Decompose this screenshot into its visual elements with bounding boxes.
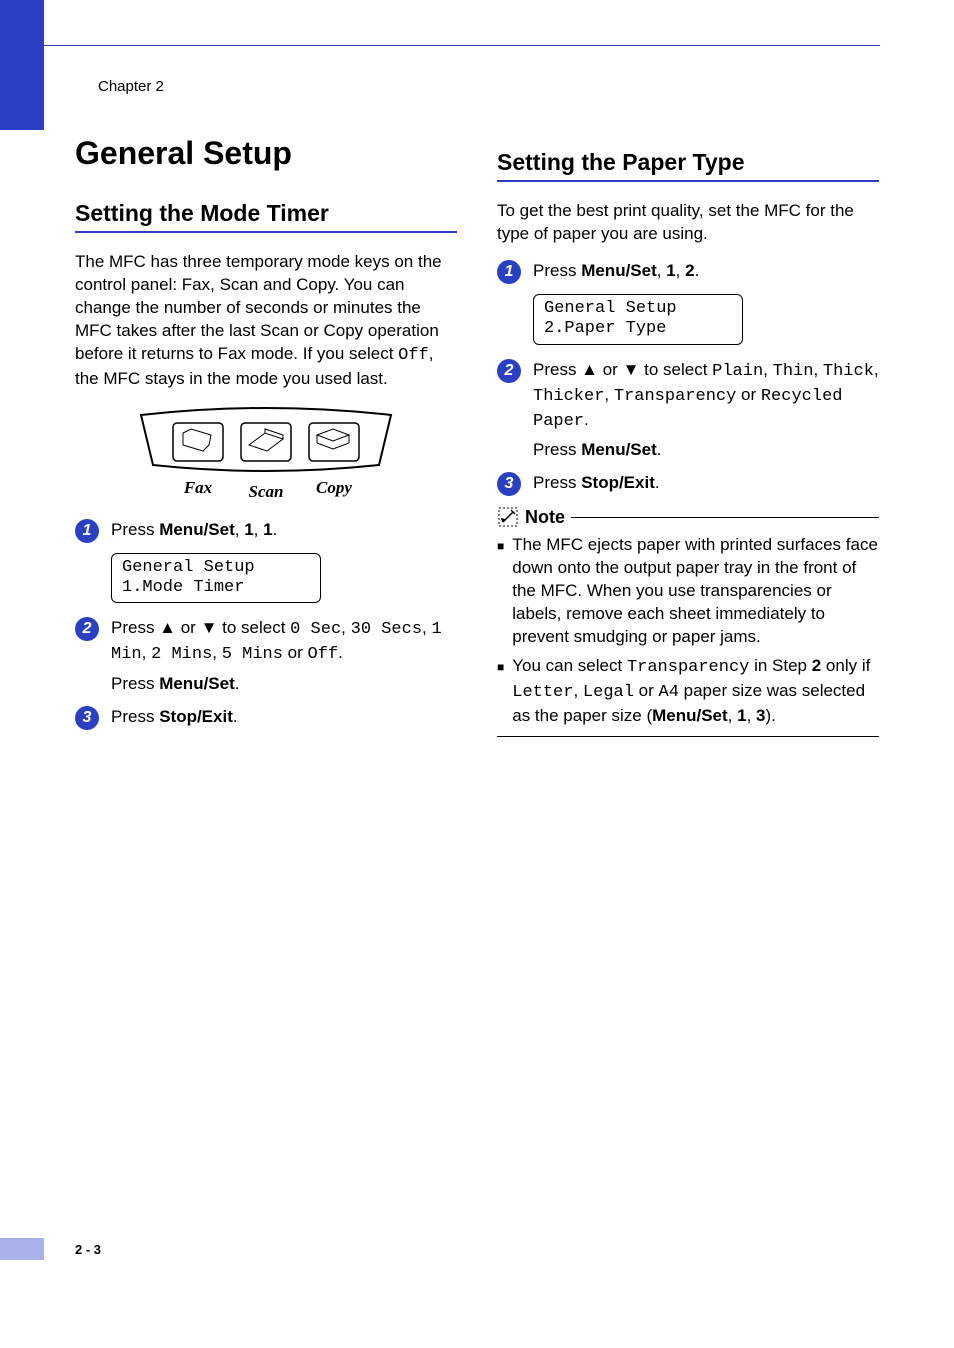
note-label: Note: [525, 507, 565, 528]
step-badge-2: 2: [75, 617, 99, 641]
right-step-3-body: Press Stop/Exit.: [533, 472, 879, 495]
panel-label-scan: Scan: [249, 482, 284, 501]
section-mode-timer: Setting the Mode Timer: [75, 200, 457, 233]
left-step-1-body: Press Menu/Set, 1, 1.: [111, 519, 457, 542]
note-icon: [497, 506, 519, 528]
step-badge-1: 1: [497, 260, 521, 284]
mode-timer-intro: The MFC has three temporary mode keys on…: [75, 251, 457, 391]
content-area: General Setup Setting the Mode Timer The…: [75, 135, 880, 740]
intro-mono: Off: [398, 346, 429, 365]
left-step-1: 1 Press Menu/Set, 1, 1.: [75, 519, 457, 543]
lcd-line-1: General Setup: [122, 558, 310, 578]
step-badge-2: 2: [497, 359, 521, 383]
right-step-1: 1 Press Menu/Set, 1, 2.: [497, 260, 879, 284]
note-rule: [571, 517, 879, 518]
left-step-3-body: Press Stop/Exit.: [111, 706, 457, 729]
left-column: General Setup Setting the Mode Timer The…: [75, 135, 457, 740]
left-step-2: 2 Press ▲ or ▼ to select 0 Sec, 30 Secs,…: [75, 617, 457, 696]
note-item-1: The MFC ejects paper with printed surfac…: [497, 534, 879, 649]
intro-pre: The MFC has three temporary mode keys on…: [75, 252, 442, 363]
page-title: General Setup: [75, 135, 457, 172]
chapter-label: Chapter 2: [98, 78, 164, 95]
page-tab: [0, 1238, 44, 1260]
step-badge-3: 3: [497, 472, 521, 496]
control-panel-illustration: Fax Scan Copy: [131, 405, 401, 505]
note-list: The MFC ejects paper with printed surfac…: [497, 534, 879, 728]
right-step-1-body: Press Menu/Set, 1, 2.: [533, 260, 879, 283]
lcd-line-1: General Setup: [544, 299, 732, 319]
page-number: 2 - 3: [75, 1242, 101, 1257]
lcd-paper-type: General Setup 2.Paper Type: [533, 294, 743, 345]
panel-label-fax: Fax: [183, 478, 213, 497]
right-column: Setting the Paper Type To get the best p…: [497, 135, 879, 740]
left-step-2-body: Press ▲ or ▼ to select 0 Sec, 30 Secs, 1…: [111, 617, 457, 696]
paper-type-intro: To get the best print quality, set the M…: [497, 200, 879, 246]
note-end-rule: [497, 736, 879, 737]
step-badge-3: 3: [75, 706, 99, 730]
lcd-line-2: 1.Mode Timer: [122, 578, 310, 598]
header-rule: [44, 45, 880, 46]
right-step-2-body: Press ▲ or ▼ to select Plain, Thin, Thic…: [533, 359, 879, 463]
left-step-3: 3 Press Stop/Exit.: [75, 706, 457, 730]
note-header: Note: [497, 506, 879, 528]
blue-sidebar: [0, 0, 44, 130]
right-step-3: 3 Press Stop/Exit.: [497, 472, 879, 496]
step-badge-1: 1: [75, 519, 99, 543]
note-item-2: You can select Transparency in Step 2 on…: [497, 655, 879, 728]
section-paper-type: Setting the Paper Type: [497, 149, 879, 182]
right-step-2: 2 Press ▲ or ▼ to select Plain, Thin, Th…: [497, 359, 879, 463]
panel-label-copy: Copy: [316, 478, 352, 497]
lcd-line-2: 2.Paper Type: [544, 319, 732, 339]
lcd-mode-timer: General Setup 1.Mode Timer: [111, 553, 321, 604]
